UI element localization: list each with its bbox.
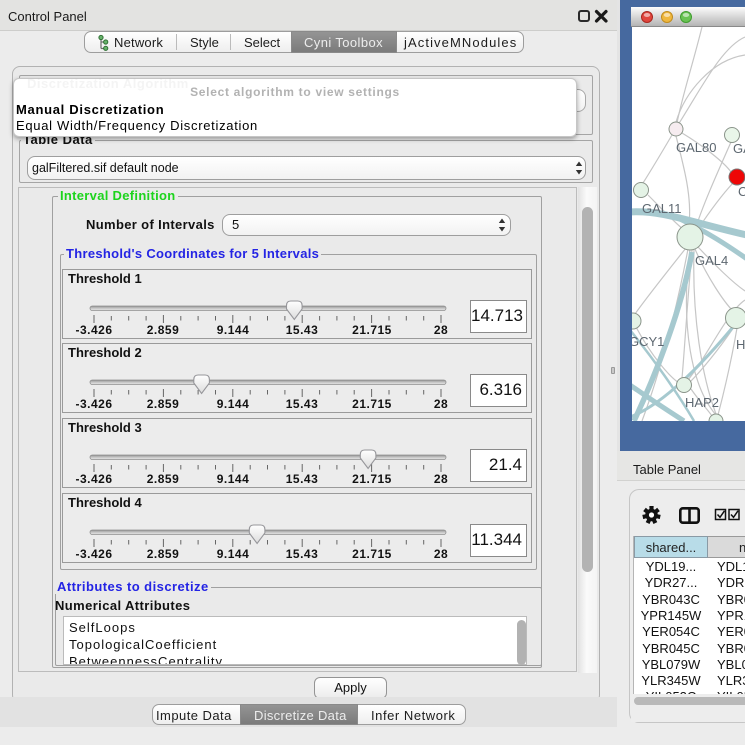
svg-text:GAL80: GAL80 [676,140,716,155]
svg-text:GAL4: GAL4 [695,253,728,268]
svg-text:H: H [736,337,745,352]
svg-text:HAP2: HAP2 [685,395,719,410]
svg-text:C: C [738,184,745,199]
svg-text:GAL8: GAL8 [733,141,745,156]
svg-text:GAL11: GAL11 [642,201,682,216]
svg-text:GCY1: GCY1 [632,334,664,349]
